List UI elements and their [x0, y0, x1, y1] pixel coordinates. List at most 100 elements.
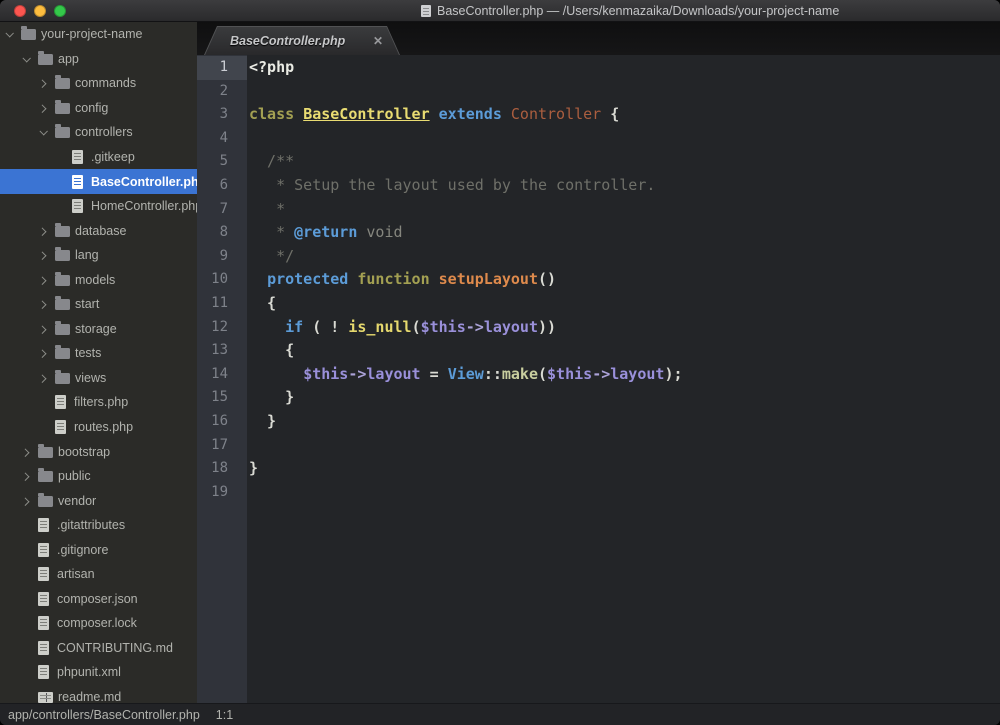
- line-number: 15: [211, 389, 228, 406]
- sidebar-item-your-project-name[interactable]: your-project-name: [0, 22, 197, 47]
- chevron-right-icon[interactable]: [20, 495, 32, 507]
- sidebar-item-label: artisan: [57, 567, 95, 582]
- close-window-button[interactable]: [14, 5, 26, 17]
- sidebar-item-label: composer.lock: [57, 616, 137, 631]
- sidebar-item-vendor[interactable]: vendor: [0, 488, 197, 513]
- sidebar-item-label: config: [75, 100, 109, 115]
- status-cursor-position: 1:1: [215, 707, 234, 722]
- code-area: 1 2 3 4 5 6 7 8 9 10 11 12 13 14 15 16 17 18 19 <?php class…: [197, 55, 1000, 703]
- code-line-12: if ( ! is_null($this->layout)): [285, 317, 557, 336]
- file-icon: [38, 542, 49, 557]
- sidebar-item-start[interactable]: start: [0, 292, 197, 317]
- sidebar-item-filters.php[interactable]: filters.php: [0, 390, 197, 415]
- sidebar-item-.gitignore[interactable]: .gitignore: [0, 537, 197, 562]
- sidebar-item-.gitkeep[interactable]: .gitkeep: [0, 145, 197, 170]
- line-number: 12: [211, 318, 228, 335]
- chevron-right-icon[interactable]: [20, 470, 32, 482]
- code-editor[interactable]: <?php class BaseController extends Contro…: [247, 55, 1000, 703]
- chevron-right-icon[interactable]: [37, 347, 49, 359]
- sidebar-item-readme.md[interactable]: readme.md: [0, 685, 197, 703]
- line-number: 10: [211, 271, 228, 288]
- line-number: 14: [211, 365, 228, 382]
- sidebar-item-public[interactable]: public: [0, 464, 197, 489]
- line-number: 4: [219, 129, 228, 146]
- sidebar-item-label: HomeController.php: [91, 199, 197, 214]
- line-number: 13: [211, 342, 228, 359]
- sidebar-item-contributing.md[interactable]: CONTRIBUTING.md: [0, 636, 197, 661]
- sidebar-item-storage[interactable]: storage: [0, 317, 197, 342]
- folder-icon: [55, 75, 70, 90]
- chevron-right-icon[interactable]: [20, 446, 32, 458]
- window-title-group: BaseController.php — /Users/kenmazaika/D…: [421, 0, 839, 21]
- sidebar-item-tests[interactable]: tests: [0, 341, 197, 366]
- line-number: 5: [219, 153, 228, 170]
- book-icon: [38, 691, 53, 703]
- chevron-right-icon[interactable]: [37, 225, 49, 237]
- line-number: 9: [219, 247, 228, 264]
- chevron-right-icon[interactable]: [37, 77, 49, 89]
- sidebar-item-app[interactable]: app: [0, 47, 197, 72]
- code-line-1: <?php: [249, 58, 295, 76]
- folder-icon: [55, 222, 70, 237]
- sidebar-item-composer.json[interactable]: composer.json: [0, 587, 197, 612]
- chevron-right-icon[interactable]: [37, 298, 49, 310]
- line-number: 1: [197, 56, 247, 80]
- sidebar-item-phpunit.xml[interactable]: phpunit.xml: [0, 660, 197, 685]
- code-line-11: {: [249, 293, 277, 312]
- sidebar-item-label: tests: [75, 346, 102, 361]
- sidebar-item-basecontroller.php[interactable]: BaseController.php: [0, 169, 197, 194]
- file-icon: [72, 150, 83, 164]
- sidebar-item-homecontroller.php[interactable]: HomeController.php: [0, 194, 197, 219]
- sidebar-item-controllers[interactable]: controllers: [0, 120, 197, 145]
- status-file-path: app/controllers/BaseController.php: [8, 707, 200, 722]
- traffic-lights: [14, 5, 66, 17]
- chevron-right-icon[interactable]: [37, 274, 49, 286]
- chevron-right-icon[interactable]: [37, 102, 49, 114]
- sidebar-item-label: storage: [75, 321, 117, 336]
- sidebar: your-project-name app commands config contro…: [0, 22, 197, 703]
- code-line-14: $this->layout = View::make($this->layout…: [303, 364, 683, 383]
- folder-icon: [55, 99, 70, 114]
- sidebar-item-label: models: [75, 272, 116, 287]
- line-number: 2: [219, 82, 228, 99]
- chevron-down-icon[interactable]: [37, 126, 49, 138]
- document-icon: [421, 4, 431, 17]
- close-tab-icon[interactable]: ✕: [373, 35, 383, 47]
- sidebar-item-lang[interactable]: lang: [0, 243, 197, 268]
- code-line-7: *: [249, 199, 286, 218]
- sidebar-item-views[interactable]: views: [0, 366, 197, 391]
- tab-bar: BaseController.php ✕: [197, 22, 1000, 55]
- code-line-5: /**: [249, 152, 295, 171]
- file-icon: [38, 567, 49, 582]
- chevron-down-icon[interactable]: [20, 53, 32, 65]
- sidebar-item-label: .gitattributes: [57, 518, 126, 533]
- sidebar-item-bootstrap[interactable]: bootstrap: [0, 439, 197, 464]
- chevron-right-icon[interactable]: [37, 323, 49, 335]
- chevron-right-icon[interactable]: [37, 249, 49, 261]
- sidebar-item-label: vendor: [58, 493, 97, 508]
- zoom-window-button[interactable]: [54, 5, 66, 17]
- chevron-right-icon[interactable]: [37, 372, 49, 384]
- minimize-window-button[interactable]: [34, 5, 46, 17]
- tab-basecontroller[interactable]: BaseController.php ✕: [204, 26, 400, 55]
- title-bar: BaseController.php — /Users/kenmazaika/D…: [0, 0, 1000, 22]
- file-icon: [55, 395, 66, 410]
- sidebar-item-artisan[interactable]: artisan: [0, 562, 197, 587]
- sidebar-item-config[interactable]: config: [0, 96, 197, 121]
- code-line-13: {: [249, 341, 295, 360]
- sidebar-item-database[interactable]: database: [0, 218, 197, 243]
- sidebar-item-commands[interactable]: commands: [0, 71, 197, 96]
- code-line-15: }: [249, 388, 295, 407]
- sidebar-item-label: controllers: [75, 125, 133, 140]
- sidebar-item-label: database: [75, 223, 127, 238]
- folder-icon: [21, 26, 36, 41]
- chevron-down-icon[interactable]: [3, 28, 15, 40]
- sidebar-item-label: routes.php: [74, 420, 134, 435]
- sidebar-item-routes.php[interactable]: routes.php: [0, 415, 197, 440]
- sidebar-item-.gitattributes[interactable]: .gitattributes: [0, 513, 197, 538]
- sidebar-item-models[interactable]: models: [0, 267, 197, 292]
- sidebar-item-composer.lock[interactable]: composer.lock: [0, 611, 197, 636]
